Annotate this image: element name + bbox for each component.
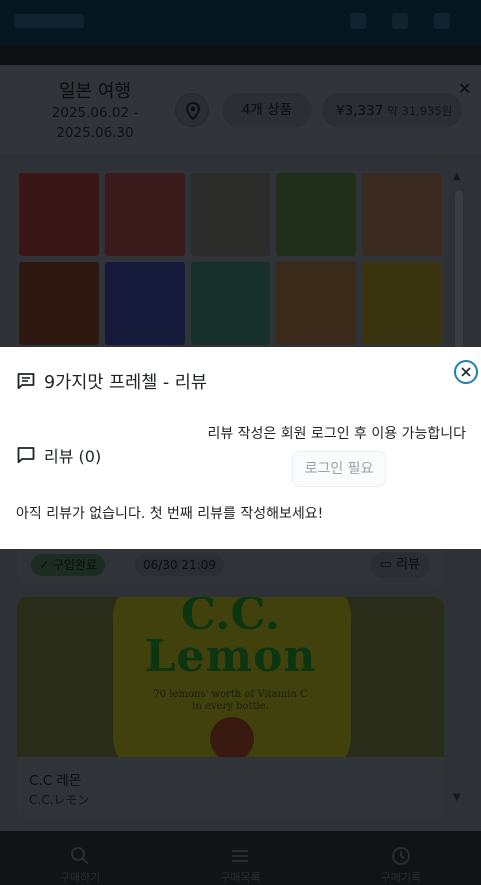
login-required-note: 리뷰 작성은 회원 로그인 후 이용 가능합니다: [207, 426, 466, 442]
review-count: 리뷰 (0): [44, 447, 102, 466]
empty-reviews-message: 아직 리뷰가 없습니다. 첫 번째 리뷰를 작성해보세요!: [16, 506, 324, 522]
reviews-header: 리뷰 (0): [16, 443, 101, 467]
login-required-button[interactable]: 로그인 필요: [292, 451, 386, 487]
modal-close-button[interactable]: [454, 360, 478, 384]
close-icon: [461, 367, 471, 377]
modal-header: 9가지맛 프레첼 - 리뷰: [16, 369, 207, 393]
review-modal: 9가지맛 프레첼 - 리뷰 리뷰 (0) 리뷰 작성은 회원 로그인 후 이용 …: [0, 347, 481, 549]
comment-icon: [17, 447, 35, 464]
modal-title: 9가지맛 프레첼 - 리뷰: [44, 372, 207, 393]
comment-icon: [17, 373, 35, 390]
